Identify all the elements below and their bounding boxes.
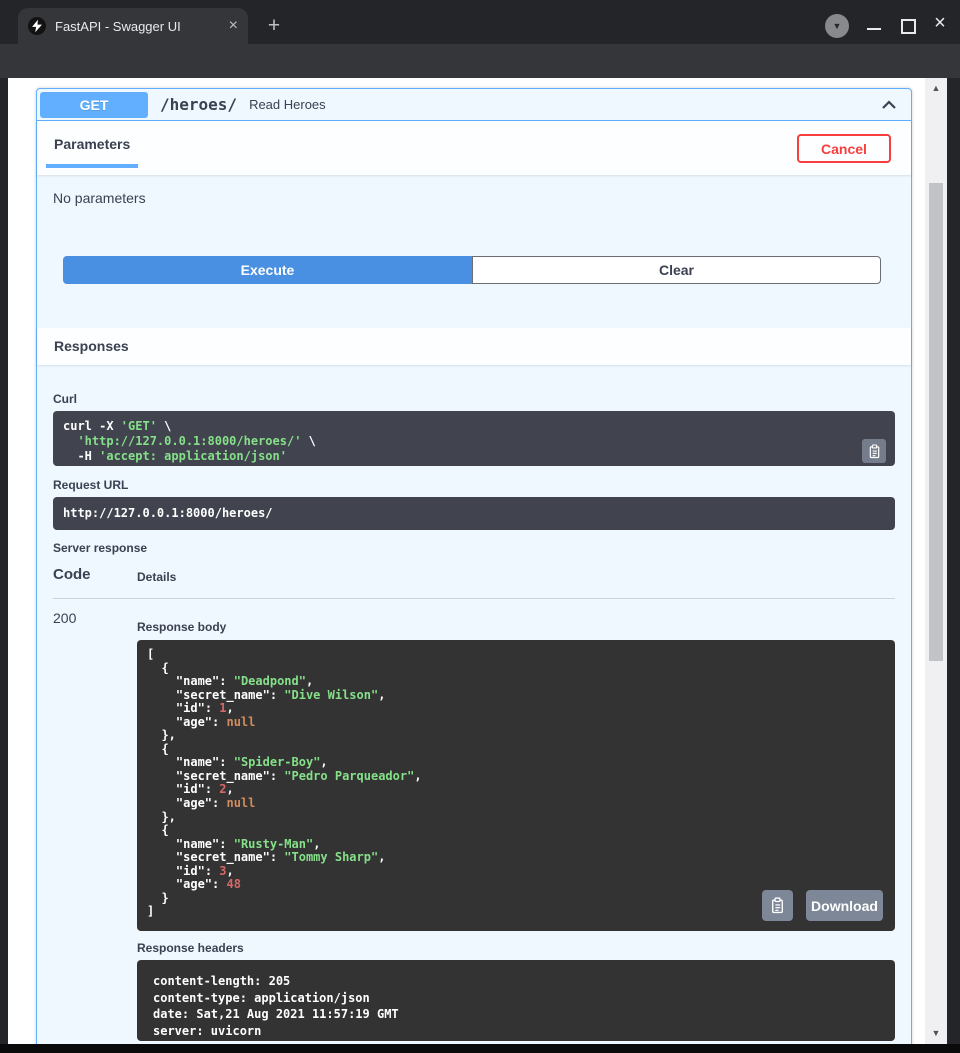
response-headers-label: Response headers [137, 941, 244, 955]
status-code: 200 [53, 610, 76, 626]
response-copy-button[interactable] [762, 890, 793, 921]
window-frame-right [947, 78, 960, 1053]
window-frame-bottom [0, 1044, 960, 1053]
clear-button[interactable]: Clear [472, 256, 881, 284]
execute-button[interactable]: Execute [63, 256, 472, 284]
opblock-summary[interactable]: GET /heroes/ Read Heroes [37, 89, 911, 121]
browser-toolbar: ← → ↻ ⓘ 127.0.0.1:8000/docs#/default/rea… [0, 44, 960, 78]
curl-copy-button[interactable] [862, 439, 886, 463]
code-column-header: Code [53, 566, 91, 583]
window-close-button[interactable]: × [930, 12, 950, 35]
scrollbar-up-icon[interactable]: ▲ [925, 83, 947, 93]
endpoint-path: /heroes/ [160, 95, 237, 114]
endpoint-summary: Read Heroes [249, 97, 881, 112]
parameters-tab-underline [46, 164, 138, 168]
parameters-title: Parameters [54, 136, 130, 152]
responses-header: Responses [37, 328, 911, 365]
parameters-header: Parameters Cancel [37, 121, 911, 175]
window-maximize-button[interactable] [901, 19, 916, 34]
table-divider [53, 598, 895, 599]
window-frame-left [0, 78, 8, 1053]
tab-title: FastAPI - Swagger UI [55, 19, 229, 34]
curl-label: Curl [53, 392, 77, 406]
window-caret-icon[interactable]: ▼ [825, 14, 849, 38]
responses-title: Responses [54, 338, 129, 354]
download-button[interactable]: Download [806, 890, 883, 921]
server-response-label: Server response [53, 541, 147, 555]
tab-bar: FastAPI - Swagger UI × + ▼ × [0, 0, 960, 44]
cancel-button[interactable]: Cancel [797, 134, 891, 163]
no-parameters-text: No parameters [53, 190, 146, 206]
collapse-chevron-icon[interactable] [881, 100, 897, 110]
tab-close-icon[interactable]: × [229, 18, 238, 34]
execute-button-group: Execute Clear [63, 256, 881, 284]
response-headers: content-length: 205content-type: applica… [137, 960, 895, 1041]
request-url-value: http://127.0.0.1:8000/heroes/ [53, 497, 895, 530]
details-column-header: Details [137, 570, 176, 584]
method-badge: GET [40, 92, 148, 118]
fastapi-favicon-icon [28, 17, 46, 35]
window-minimize-button[interactable] [867, 28, 881, 30]
scrollbar-thumb[interactable] [929, 183, 943, 661]
curl-command: curl -X 'GET' \ 'http://127.0.0.1:8000/h… [53, 411, 895, 466]
scrollbar-down-icon[interactable]: ▼ [925, 1028, 947, 1038]
swagger-page: GET /heroes/ Read Heroes Parameters Canc… [8, 78, 925, 1044]
request-url-label: Request URL [53, 478, 128, 492]
new-tab-button[interactable]: + [260, 12, 288, 40]
response-body-label: Response body [137, 620, 226, 634]
browser-tab[interactable]: FastAPI - Swagger UI × [18, 8, 248, 44]
response-body-json: [ { "name": "Deadpond", "secret_name": "… [137, 640, 895, 931]
page-scrollbar[interactable]: ▲ ▼ [925, 78, 947, 1044]
